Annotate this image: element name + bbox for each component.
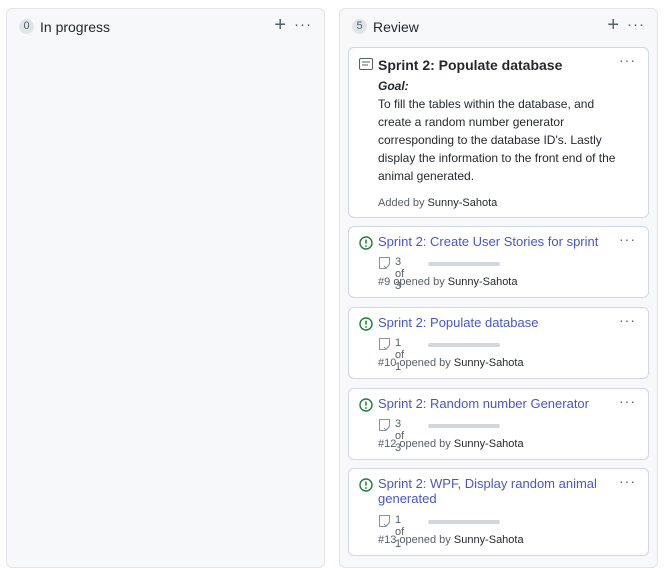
column-review: 5 Review + ··· Sprint 2: Populate databa…	[339, 8, 658, 568]
issue-title-link[interactable]: Sprint 2: Populate database	[378, 315, 606, 330]
note-icon	[359, 58, 373, 70]
issue-meta: #13 opened by Sunny-Sahota	[378, 534, 524, 546]
issue-opened-icon	[359, 236, 373, 250]
checklist-icon	[379, 257, 390, 269]
note-card[interactable]: Sprint 2: Populate database ··· Goal: To…	[348, 47, 649, 218]
issue-meta: #9 opened by Sunny-Sahota	[378, 276, 517, 288]
author-link[interactable]: Sunny-Sahota	[448, 276, 518, 288]
column-in-progress: 0 In progress + ···	[6, 8, 325, 568]
task-progress-bar	[428, 343, 500, 347]
column-header: 5 Review + ···	[350, 15, 647, 40]
issue-opened-icon	[359, 317, 373, 331]
author-link[interactable]: Sunny-Sahota	[454, 534, 524, 546]
issue-number: #9	[378, 276, 391, 288]
author-link[interactable]: Sunny-Sahota	[454, 438, 524, 450]
column-header: 0 In progress + ···	[17, 15, 314, 40]
kebab-icon[interactable]: ···	[619, 473, 636, 489]
author-link[interactable]: Sunny-Sahota	[428, 197, 498, 209]
issue-number: #13	[378, 534, 397, 546]
task-progress-bar	[428, 424, 500, 428]
column-title: In progress	[40, 19, 111, 35]
added-by-label: Added by	[378, 197, 425, 209]
kebab-icon[interactable]: ···	[619, 393, 636, 409]
issue-card[interactable]: Sprint 2: Populate database ··· 1 of 1 #…	[348, 307, 649, 379]
kebab-icon[interactable]: ···	[619, 231, 636, 247]
opened-by-label: opened by	[399, 438, 451, 450]
task-progress-bar	[428, 262, 500, 266]
plus-icon[interactable]: +	[607, 15, 619, 35]
kebab-icon[interactable]: ···	[619, 52, 636, 68]
author-link[interactable]: Sunny-Sahota	[454, 357, 524, 369]
issue-meta: #10 opened by Sunny-Sahota	[378, 357, 524, 369]
task-progress-bar	[428, 520, 500, 524]
note-goal-label: Goal:	[378, 79, 409, 93]
issue-card[interactable]: Sprint 2: Create User Stories for sprint…	[348, 226, 649, 298]
issue-card[interactable]: Sprint 2: WPF, Display random animal gen…	[348, 468, 649, 556]
checklist-icon	[379, 515, 390, 527]
issue-opened-icon	[359, 478, 373, 492]
card-count-badge: 0	[19, 19, 34, 34]
note-text: To fill the tables within the database, …	[378, 97, 616, 183]
issue-card[interactable]: Sprint 2: Random number Generator ··· 3 …	[348, 388, 649, 460]
issue-opened-icon	[359, 398, 373, 412]
issue-number: #12	[378, 438, 397, 450]
issue-meta: #12 opened by Sunny-Sahota	[378, 438, 524, 450]
card-count-badge: 5	[352, 19, 367, 34]
kebab-icon[interactable]: ···	[619, 312, 636, 328]
checklist-icon	[379, 338, 390, 350]
issue-title-link[interactable]: Sprint 2: Create User Stories for sprint	[378, 234, 606, 249]
column-title: Review	[373, 19, 419, 35]
opened-by-label: opened by	[399, 534, 451, 546]
issue-number: #10	[378, 357, 397, 369]
plus-icon[interactable]: +	[274, 15, 286, 35]
opened-by-label: opened by	[393, 276, 445, 288]
kebab-icon[interactable]: ···	[627, 16, 645, 33]
kebab-icon[interactable]: ···	[294, 16, 312, 33]
checklist-icon	[379, 419, 390, 431]
opened-by-label: opened by	[399, 357, 451, 369]
issue-title-link[interactable]: Sprint 2: WPF, Display random animal gen…	[378, 476, 606, 506]
issue-title-link[interactable]: Sprint 2: Random number Generator	[378, 396, 606, 411]
note-footer: Added by Sunny-Sahota	[378, 197, 497, 209]
note-body: Goal: To fill the tables within the data…	[378, 77, 628, 185]
note-title: Sprint 2: Populate database	[378, 57, 563, 73]
